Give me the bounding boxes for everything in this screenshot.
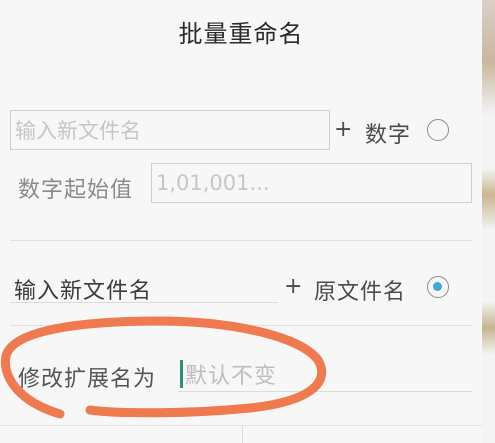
extension-input[interactable]: 默认不变 <box>180 359 277 389</box>
start-value-label: 数字起始值 <box>18 178 134 203</box>
number-filename-input[interactable]: 输入新文件名 <box>10 110 330 150</box>
extension-placeholder: 默认不变 <box>185 364 278 389</box>
batch-rename-dialog: 批量重命名 输入新文件名 + 数字 数字起始值 1,01,001... 输入新文… <box>0 0 482 443</box>
original-option-label[interactable]: 原文件名 <box>314 274 406 306</box>
button-bar-divider <box>0 425 482 426</box>
original-filename-underline <box>10 302 278 303</box>
background-app-edge <box>482 0 495 443</box>
extension-label: 修改扩展名为 <box>18 367 157 392</box>
number-filename-placeholder: 输入新文件名 <box>15 119 141 143</box>
original-filename-input[interactable]: 输入新文件名 <box>14 273 152 305</box>
original-section-divider <box>10 325 472 326</box>
number-section-divider <box>10 240 472 241</box>
dialog-title: 批量重命名 <box>178 20 304 48</box>
text-cursor <box>180 360 183 388</box>
original-radio[interactable] <box>427 276 449 298</box>
screen: 批量重命名 输入新文件名 + 数字 数字起始值 1,01,001... 输入新文… <box>0 0 495 443</box>
start-value-placeholder: 1,01,001... <box>156 171 270 195</box>
start-value-input[interactable]: 1,01,001... <box>151 163 472 203</box>
extension-underline <box>178 391 472 392</box>
number-option-label[interactable]: 数字 <box>365 117 411 149</box>
number-plus-sign: + <box>334 117 353 142</box>
button-separator <box>242 425 243 443</box>
number-radio[interactable] <box>427 119 449 141</box>
original-plus-sign: + <box>284 274 303 299</box>
